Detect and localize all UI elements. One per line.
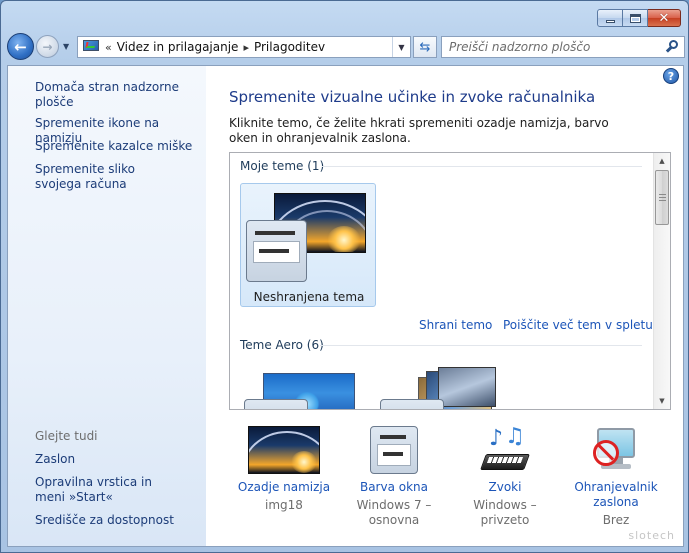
group-heading-my-themes: Moje teme (1) bbox=[240, 159, 325, 173]
screensaver-icon bbox=[591, 426, 641, 474]
desktop-background-icon bbox=[248, 426, 320, 474]
search-input[interactable] bbox=[442, 37, 662, 57]
search-icon[interactable] bbox=[665, 39, 680, 55]
setting-value: Windows – privzeto bbox=[473, 498, 537, 527]
breadcrumb-appearance[interactable]: Videz in prilagajanje bbox=[117, 40, 239, 54]
theme-window-preview bbox=[246, 220, 307, 282]
navigation-bar: ← → ▼ « Videz in prilagajanje ▸ Prilagod… bbox=[7, 33, 685, 61]
sidebar-link-account-picture[interactable]: Spremenite sliko svojega računa bbox=[35, 162, 175, 192]
forward-button[interactable]: → bbox=[36, 35, 59, 58]
maximize-button[interactable] bbox=[623, 9, 648, 27]
window-frame: ✕ ← → ▼ « Videz in prilagajanje ▸ Prilag… bbox=[0, 0, 689, 553]
maximize-icon bbox=[629, 13, 641, 23]
watermark: slotech bbox=[628, 529, 675, 542]
group-divider bbox=[322, 166, 642, 167]
back-button[interactable]: ← bbox=[7, 33, 34, 60]
recent-pages-dropdown[interactable]: ▼ bbox=[63, 42, 73, 52]
scrollbar-thumb[interactable] bbox=[655, 170, 669, 225]
setting-label[interactable]: Ohranjevalnik zaslona bbox=[570, 480, 662, 510]
setting-value: Windows 7 – osnovna bbox=[356, 498, 432, 527]
help-button[interactable]: ? bbox=[663, 68, 679, 84]
back-arrow-icon: ← bbox=[14, 37, 27, 56]
content-area: Domača stran nadzorne plošče Spremenite … bbox=[7, 65, 684, 547]
refresh-icon: ⇆ bbox=[419, 39, 431, 55]
theme-list: Moje teme (1) Neshranjena tema Shrani te… bbox=[229, 152, 671, 410]
setting-label[interactable]: Barva okna bbox=[352, 480, 436, 495]
page-description: Kliknite temo, če želite hkrati spremeni… bbox=[229, 116, 609, 145]
setting-value: img18 bbox=[265, 498, 303, 512]
aero-window-preview bbox=[244, 399, 308, 409]
breadcrumb-overflow[interactable]: « bbox=[105, 41, 112, 54]
sidebar: Domača stran nadzorne plošče Spremenite … bbox=[8, 66, 206, 546]
theme-tile-unsaved[interactable]: Neshranjena tema bbox=[240, 183, 376, 307]
theme-label: Neshranjena tema bbox=[253, 290, 365, 304]
group-divider bbox=[320, 345, 642, 346]
setting-value: Brez bbox=[602, 513, 630, 527]
scroll-down-arrow-icon[interactable]: ▼ bbox=[654, 393, 670, 409]
chevron-down-icon: ▼ bbox=[398, 42, 405, 52]
setting-screensaver[interactable]: Ohranjevalnik zaslona Brez bbox=[570, 426, 662, 528]
control-panel-icon bbox=[83, 40, 101, 54]
sounds-icon: ♪ ♫ bbox=[479, 426, 531, 474]
aero-window-preview bbox=[380, 399, 444, 409]
page-title: Spremenite vizualne učinke in zvoke raču… bbox=[229, 88, 596, 106]
help-icon: ? bbox=[667, 69, 675, 83]
sidebar-link-ease-of-access[interactable]: Središče za dostopnost bbox=[35, 513, 205, 528]
forward-arrow-icon: → bbox=[42, 39, 53, 54]
search-box bbox=[441, 36, 685, 58]
sidebar-link-mouse-pointers[interactable]: Spremenite kazalce miške bbox=[35, 139, 205, 154]
window-color-icon bbox=[370, 426, 418, 474]
close-button[interactable]: ✕ bbox=[648, 9, 681, 27]
setting-desktop-background[interactable]: Ozadje namizja img18 bbox=[232, 426, 336, 513]
minimize-icon bbox=[605, 19, 615, 23]
refresh-button[interactable]: ⇆ bbox=[413, 36, 437, 58]
setting-label[interactable]: Zvoki bbox=[448, 480, 562, 495]
theme-list-scrollbar[interactable]: ▲ ▼ bbox=[653, 153, 670, 409]
setting-label[interactable]: Ozadje namizja bbox=[232, 480, 336, 495]
sidebar-link-control-panel-home[interactable]: Domača stran nadzorne plošče bbox=[35, 80, 205, 110]
minimize-button[interactable] bbox=[597, 9, 623, 27]
save-theme-link[interactable]: Shrani temo bbox=[419, 318, 492, 332]
setting-sounds[interactable]: ♪ ♫ Zvoki Windows – privzeto bbox=[448, 426, 562, 528]
group-heading-aero-themes: Teme Aero (6) bbox=[240, 338, 324, 352]
scroll-up-arrow-icon[interactable]: ▲ bbox=[654, 153, 670, 169]
setting-window-color[interactable]: Barva okna Windows 7 – osnovna bbox=[352, 426, 436, 528]
see-also-heading: Glejte tudi bbox=[35, 429, 98, 443]
sidebar-link-display[interactable]: Zaslon bbox=[35, 452, 205, 467]
close-icon: ✕ bbox=[658, 10, 670, 26]
caption-buttons: ✕ bbox=[597, 9, 681, 27]
more-themes-online-link[interactable]: Poiščite več tem v spletu bbox=[503, 318, 653, 332]
address-bar[interactable]: « Videz in prilagajanje ▸ Prilagoditev ▼ bbox=[77, 36, 411, 58]
address-dropdown[interactable]: ▼ bbox=[392, 37, 410, 57]
breadcrumb-personalization[interactable]: Prilagoditev bbox=[254, 40, 325, 54]
breadcrumb-separator[interactable]: ▸ bbox=[243, 41, 249, 54]
chevron-down-icon: ▼ bbox=[63, 42, 70, 51]
sidebar-link-taskbar-start[interactable]: Opravilna vrstica in meni »Start« bbox=[35, 475, 175, 505]
